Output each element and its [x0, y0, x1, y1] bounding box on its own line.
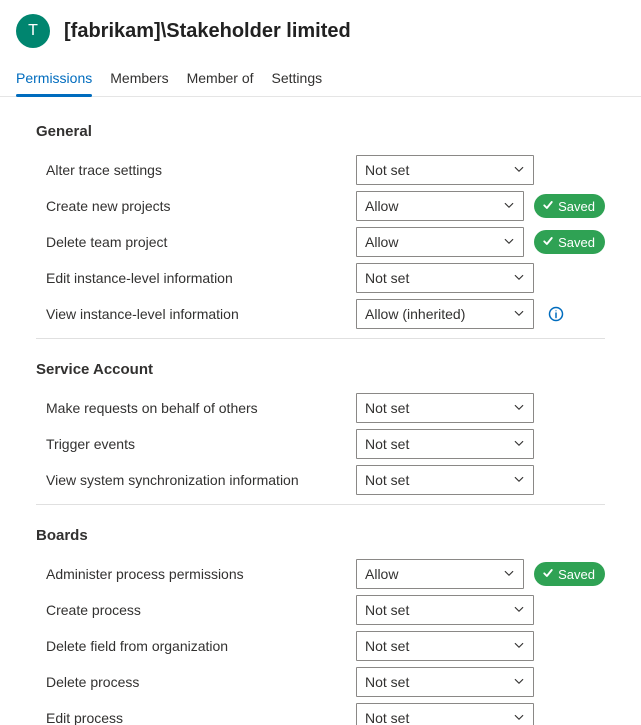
- section-service-account: Service Account Make requests on behalf o…: [36, 361, 605, 505]
- permission-value: Not set: [365, 674, 409, 690]
- permission-select-edit-process[interactable]: Not set: [356, 703, 534, 725]
- permission-select-create-process[interactable]: Not set: [356, 595, 534, 625]
- permission-value: Not set: [365, 400, 409, 416]
- permission-label: Alter trace settings: [36, 162, 346, 178]
- avatar-initial: T: [28, 22, 38, 40]
- chevron-down-icon: [513, 162, 525, 178]
- chevron-down-icon: [513, 472, 525, 488]
- chevron-down-icon: [503, 198, 515, 214]
- section-title: Service Account: [36, 361, 605, 378]
- avatar: T: [16, 14, 50, 48]
- permission-row: Make requests on behalf of others Not set: [36, 390, 605, 426]
- chevron-down-icon: [513, 638, 525, 654]
- chevron-down-icon: [513, 306, 525, 322]
- permission-select-trigger-events[interactable]: Not set: [356, 429, 534, 459]
- permission-row: Delete process Not set: [36, 664, 605, 700]
- permission-label: Trigger events: [36, 436, 346, 452]
- permission-value: Not set: [365, 162, 409, 178]
- permission-row: Delete field from organization Not set: [36, 628, 605, 664]
- permission-value: Allow: [365, 198, 398, 214]
- permission-value: Allow (inherited): [365, 306, 465, 322]
- permission-label: Create new projects: [36, 198, 346, 214]
- permission-label: Delete process: [36, 674, 346, 690]
- permission-label: Administer process permissions: [36, 566, 346, 582]
- permission-label: View instance-level information: [36, 306, 346, 322]
- section-general: General Alter trace settings Not set Create…: [36, 123, 605, 339]
- chevron-down-icon: [513, 602, 525, 618]
- permission-label: Delete field from organization: [36, 638, 346, 654]
- tab-settings[interactable]: Settings: [272, 70, 323, 96]
- permission-select-make-requests-on-behalf-of-others[interactable]: Not set: [356, 393, 534, 423]
- tabs: Permissions Members Member of Settings: [0, 48, 641, 97]
- permission-label: Make requests on behalf of others: [36, 400, 346, 416]
- saved-badge-label: Saved: [558, 567, 595, 582]
- permission-row: Edit instance-level information Not set: [36, 260, 605, 296]
- permission-row: Administer process permissions Allow Saved: [36, 556, 605, 592]
- check-icon: [542, 567, 554, 582]
- chevron-down-icon: [513, 710, 525, 725]
- tab-members[interactable]: Members: [110, 70, 168, 96]
- permission-row: View instance-level information Allow (in…: [36, 296, 605, 332]
- permission-row: Alter trace settings Not set: [36, 152, 605, 188]
- content: GeneralAlter trace settingsNot setCreate…: [0, 97, 641, 725]
- permission-value: Not set: [365, 710, 409, 725]
- permission-value: Allow: [365, 566, 398, 582]
- permission-label: Edit process: [36, 710, 346, 725]
- permission-label: Edit instance-level information: [36, 270, 346, 286]
- permission-select-delete-team-project[interactable]: Allow: [356, 227, 524, 257]
- permission-row: Trigger events Not set: [36, 426, 605, 462]
- permission-select-delete-process[interactable]: Not set: [356, 667, 534, 697]
- permission-select-alter-trace-settings[interactable]: Not set: [356, 155, 534, 185]
- permission-row: Create process Not set: [36, 592, 605, 628]
- chevron-down-icon: [503, 234, 515, 250]
- page-title: [fabrikam]\Stakeholder limited: [64, 20, 351, 43]
- permission-row: Delete team project Allow Saved: [36, 224, 605, 260]
- page-header: T [fabrikam]\Stakeholder limited: [0, 0, 641, 48]
- permission-select-administer-process-permissions[interactable]: Allow: [356, 559, 524, 589]
- permission-row: Edit process Not set: [36, 700, 605, 725]
- tab-member-of[interactable]: Member of: [187, 70, 254, 96]
- permission-label: Delete team project: [36, 234, 346, 250]
- permission-value: Not set: [365, 638, 409, 654]
- chevron-down-icon: [513, 436, 525, 452]
- check-icon: [542, 199, 554, 214]
- permission-label: View system synchronization information: [36, 472, 346, 488]
- permission-value: Not set: [365, 270, 409, 286]
- page-root: T [fabrikam]\Stakeholder limited Permiss…: [0, 0, 641, 725]
- permission-value: Not set: [365, 436, 409, 452]
- chevron-down-icon: [503, 566, 515, 582]
- check-icon: [542, 235, 554, 250]
- section-title: General: [36, 123, 605, 140]
- permission-value: Allow: [365, 234, 398, 250]
- permission-select-view-system-synchronization-information[interactable]: Not set: [356, 465, 534, 495]
- saved-badge: Saved: [534, 194, 605, 218]
- permission-select-create-new-projects[interactable]: Allow: [356, 191, 524, 221]
- saved-badge: Saved: [534, 562, 605, 586]
- info-icon[interactable]: [548, 306, 564, 322]
- chevron-down-icon: [513, 674, 525, 690]
- permission-label: Create process: [36, 602, 346, 618]
- permission-select-edit-instance-level-information[interactable]: Not set: [356, 263, 534, 293]
- saved-badge-label: Saved: [558, 199, 595, 214]
- permission-select-delete-field-from-organization[interactable]: Not set: [356, 631, 534, 661]
- permission-row: View system synchronization information N…: [36, 462, 605, 498]
- permission-row: Create new projects Allow Saved: [36, 188, 605, 224]
- saved-badge: Saved: [534, 230, 605, 254]
- section-boards: Boards Administer process permissions Allo…: [36, 527, 605, 725]
- tab-permissions[interactable]: Permissions: [16, 70, 92, 96]
- permission-value: Not set: [365, 602, 409, 618]
- permission-select-view-instance-level-information[interactable]: Allow (inherited): [356, 299, 534, 329]
- permission-value: Not set: [365, 472, 409, 488]
- chevron-down-icon: [513, 270, 525, 286]
- saved-badge-label: Saved: [558, 235, 595, 250]
- section-title: Boards: [36, 527, 605, 544]
- chevron-down-icon: [513, 400, 525, 416]
